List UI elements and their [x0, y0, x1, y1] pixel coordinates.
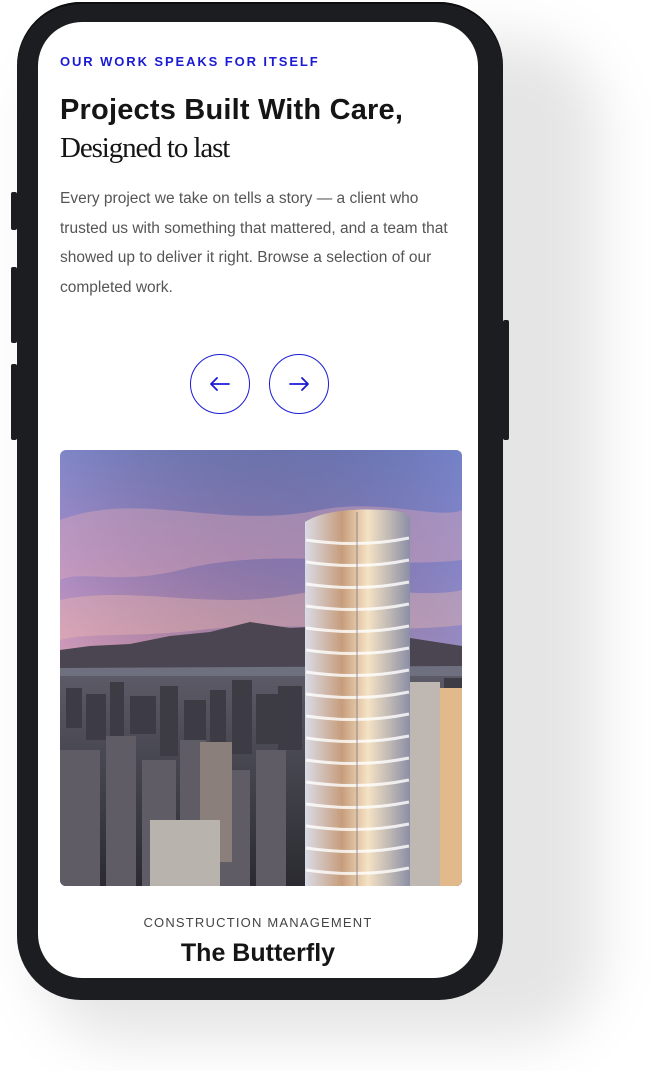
- section-eyebrow: OUR WORK SPEAKS FOR ITSELF: [60, 54, 320, 69]
- side-button-silent: [11, 192, 17, 230]
- carousel-prev-button[interactable]: [190, 354, 250, 414]
- project-image[interactable]: [60, 450, 462, 886]
- project-name[interactable]: The Butterfly: [38, 939, 478, 968]
- side-button-power: [503, 320, 509, 440]
- section-title: Projects Built With Care,: [60, 94, 404, 126]
- project-category: CONSTRUCTION MANAGEMENT: [143, 915, 373, 930]
- carousel-next-button[interactable]: [269, 354, 329, 414]
- arrow-left-icon: [210, 377, 230, 391]
- tower-cityscape-image: [60, 450, 462, 886]
- side-button-volume-up: [11, 267, 17, 343]
- section-subtitle: Designed to last: [60, 132, 230, 164]
- phone-screen: OUR WORK SPEAKS FOR ITSELF Projects Buil…: [38, 22, 478, 978]
- section-description: Every project we take on tells a story —…: [60, 190, 448, 296]
- arrow-right-icon: [289, 377, 309, 391]
- side-button-volume-down: [11, 364, 17, 440]
